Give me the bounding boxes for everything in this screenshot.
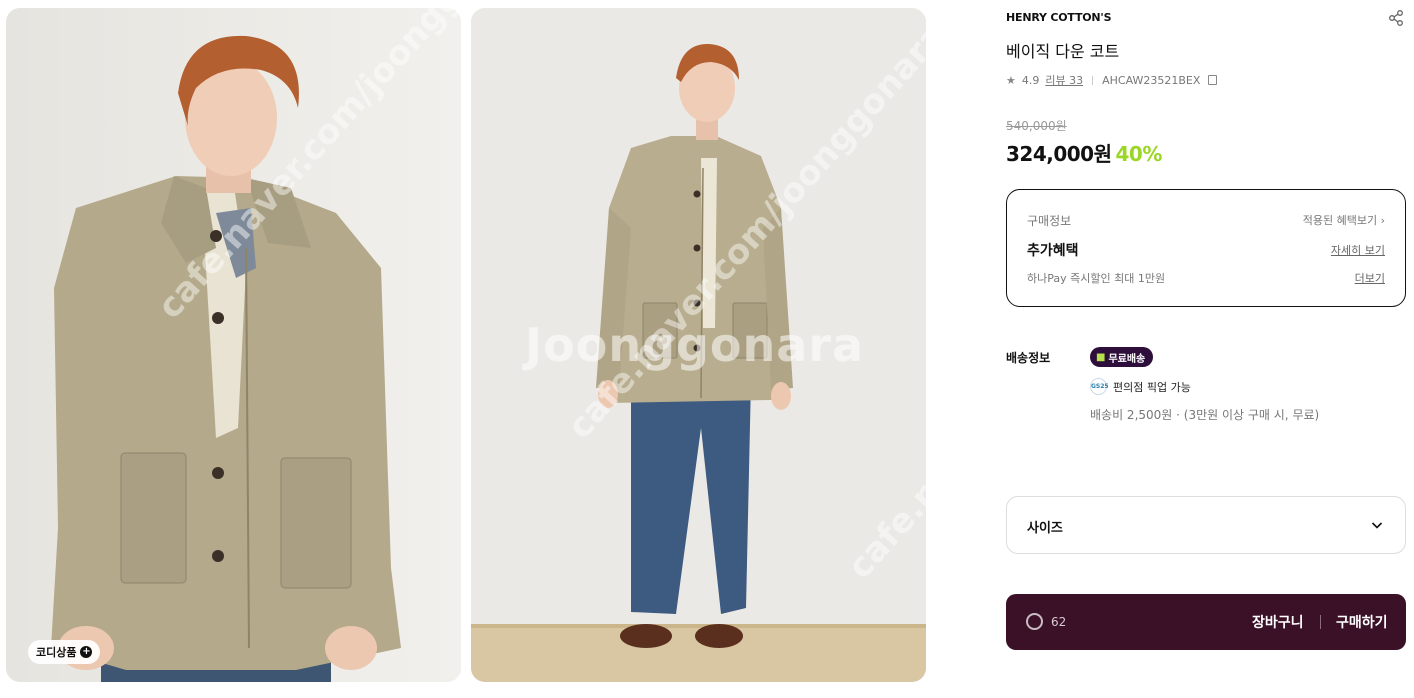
review-link[interactable]: 리뷰 33 (1045, 72, 1083, 88)
product-meta: ★ 4.9 리뷰 33 AHCAW23521BEX (1006, 72, 1218, 88)
original-price: 540,000원 (1006, 119, 1067, 133)
details-link[interactable]: 자세히 보기 (1331, 242, 1385, 258)
like-ring-icon (1026, 613, 1043, 630)
model-closeup-illustration (6, 8, 461, 682)
pay-discount-text: 하나Pay 즉시할인 최대 1만원 (1027, 272, 1166, 285)
pickup-text: 편의점 픽업 가능 (1113, 380, 1191, 394)
free-shipping-badge: ■ 무료배송 (1090, 347, 1154, 367)
size-select[interactable]: 사이즈 (1006, 496, 1406, 554)
discount-rate: 40% (1115, 142, 1163, 166)
chevron-down-icon (1371, 522, 1383, 529)
rating-value: 4.9 (1021, 73, 1040, 87)
purchase-action-bar: 62 장바구니 구매하기 (1006, 594, 1406, 650)
applied-benefits-link[interactable]: 적용된 혜택보기 › (1303, 212, 1385, 228)
product-photo-fullbody[interactable] (471, 8, 926, 682)
gs25-logo-icon: GS25 (1090, 378, 1109, 395)
product-info-panel: HENRY COTTON'S 베이직 다운 코트 ★ 4.9 리뷰 33 AHC… (1006, 0, 1406, 698)
purchase-benefits-box: 구매정보 적용된 혜택보기 › 추가혜택 자세히 보기 하나Pay 즉시할인 최… (1006, 189, 1406, 307)
codi-label: 코디상품 (36, 646, 77, 659)
share-icon[interactable] (1387, 9, 1405, 27)
shipping-fee: 배송비 2,500원 · (3만원 이상 구매 시, 무료) (1090, 408, 1320, 422)
sale-price-row: 324,000원 40% (1006, 138, 1162, 167)
extra-benefits-title: 추가혜택 (1027, 243, 1079, 259)
copy-icon[interactable] (1208, 75, 1218, 85)
buy-now-button[interactable]: 구매하기 (1336, 612, 1388, 632)
more-link[interactable]: 더보기 (1355, 270, 1385, 286)
divider (1320, 615, 1321, 629)
like-button[interactable]: 62 (1026, 613, 1066, 630)
product-code: AHCAW23521BEX (1102, 73, 1201, 87)
convenience-store-pickup: GS25 편의점 픽업 가능 (1090, 378, 1191, 395)
truck-icon: ■ (1096, 351, 1106, 363)
product-name: 베이직 다운 코트 (1006, 42, 1120, 61)
benefits-title: 구매정보 (1027, 214, 1072, 228)
like-count: 62 (1051, 614, 1067, 629)
star-icon: ★ (1006, 73, 1016, 87)
model-fullbody-illustration (471, 8, 926, 682)
product-photo-closeup[interactable]: 코디상품 + (6, 8, 461, 682)
free-shipping-text: 무료배송 (1108, 353, 1146, 365)
brand-name[interactable]: HENRY COTTON'S (1006, 11, 1112, 24)
sale-price: 324,000원 (1006, 142, 1112, 166)
size-label: 사이즈 (1027, 521, 1063, 536)
divider (1092, 75, 1094, 85)
add-to-cart-button[interactable]: 장바구니 (1252, 612, 1304, 632)
plus-icon: + (80, 646, 93, 658)
coordinated-product-tag[interactable]: 코디상품 + (28, 640, 101, 664)
shipping-label: 배송정보 (1006, 351, 1051, 365)
